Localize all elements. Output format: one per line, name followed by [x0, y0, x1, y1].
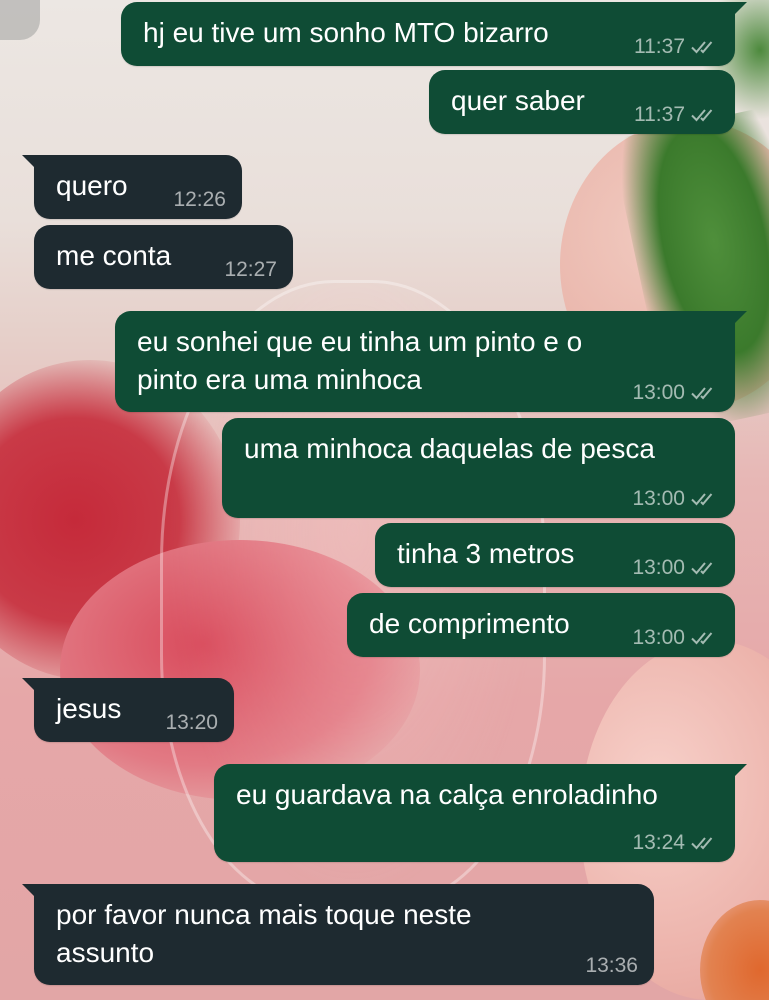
message-meta: 12:27 — [224, 257, 277, 283]
incoming-message[interactable]: por favor nunca mais toque neste assunto… — [22, 884, 654, 985]
message-text: eu sonhei que eu tinha um pinto e o pint… — [137, 326, 583, 395]
read-double-check-icon — [691, 107, 717, 123]
read-double-check-icon — [691, 491, 717, 507]
outgoing-message[interactable]: quer saber 11:37 — [429, 70, 735, 134]
read-double-check-icon — [691, 560, 717, 576]
read-double-check-icon — [691, 385, 717, 401]
message-meta: 13:00 — [632, 486, 717, 512]
message-meta: 13:36 — [585, 953, 638, 979]
message-time: 12:27 — [224, 258, 277, 281]
message-meta: 13:00 — [632, 625, 717, 651]
message-text: tinha 3 metros — [397, 538, 575, 569]
incoming-message[interactable]: quero 12:26 — [22, 155, 242, 219]
bubble-tail — [22, 884, 36, 898]
message-time: 11:37 — [634, 35, 685, 58]
read-double-check-icon — [691, 835, 717, 851]
bubble-tail — [733, 311, 747, 325]
message-text: uma minhoca daquelas de pesca — [244, 433, 655, 464]
incoming-message[interactable]: jesus 13:20 — [22, 678, 234, 742]
read-double-check-icon — [691, 39, 717, 55]
message-time: 13:00 — [632, 381, 685, 404]
message-list[interactable]: hj eu tive um sonho MTO bizarro 11:37 qu… — [0, 0, 769, 1000]
message-text: me conta — [56, 240, 172, 271]
message-meta: 13:24 — [632, 830, 717, 856]
message-time: 13:00 — [632, 487, 685, 510]
outgoing-message[interactable]: tinha 3 metros 13:00 — [375, 523, 735, 587]
bubble-tail — [733, 2, 747, 16]
message-text: por favor nunca mais toque neste assunto — [56, 899, 472, 968]
outgoing-message[interactable]: eu sonhei que eu tinha um pinto e o pint… — [115, 311, 747, 412]
message-text: quero — [56, 170, 128, 201]
message-time: 12:26 — [173, 188, 226, 211]
message-text: jesus — [56, 693, 122, 724]
message-time: 13:36 — [585, 954, 638, 977]
message-meta: 13:00 — [632, 380, 717, 406]
outgoing-message[interactable]: uma minhoca daquelas de pesca 13:00 — [222, 418, 735, 518]
message-meta: 13:00 — [632, 555, 717, 581]
message-text: de comprimento — [369, 608, 570, 639]
outgoing-message[interactable]: hj eu tive um sonho MTO bizarro 11:37 — [121, 2, 747, 66]
message-text: eu guardava na calça enroladinho — [236, 779, 658, 810]
message-time: 13:00 — [632, 556, 685, 579]
message-meta: 13:20 — [165, 710, 218, 736]
message-text: quer saber — [451, 85, 585, 116]
message-meta: 11:37 — [634, 102, 717, 128]
bubble-tail — [22, 678, 36, 692]
message-meta: 11:37 — [634, 34, 717, 60]
outgoing-message[interactable]: eu guardava na calça enroladinho 13:24 — [214, 764, 747, 862]
message-text: hj eu tive um sonho MTO bizarro — [143, 17, 549, 48]
incoming-message[interactable]: me conta 12:27 — [34, 225, 293, 289]
message-time: 13:00 — [632, 626, 685, 649]
message-meta: 12:26 — [173, 187, 226, 213]
read-double-check-icon — [691, 630, 717, 646]
bubble-tail — [733, 764, 747, 778]
message-time: 11:37 — [634, 103, 685, 126]
message-time: 13:24 — [632, 831, 685, 854]
message-time: 13:20 — [165, 711, 218, 734]
outgoing-message[interactable]: de comprimento 13:00 — [347, 593, 735, 657]
bubble-tail — [22, 155, 36, 169]
